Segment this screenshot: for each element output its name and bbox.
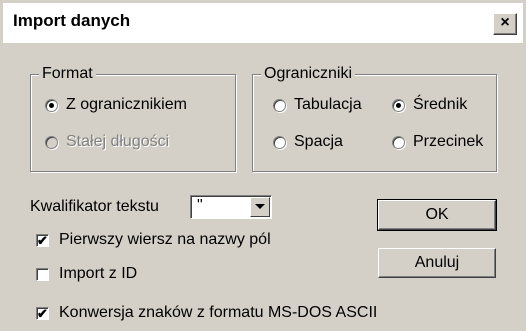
radio-label: Stałej długości xyxy=(66,133,170,150)
checkbox-label: Konwersja znaków z formatu MS-DOS ASCII xyxy=(59,304,378,321)
checkbox-label: Pierwszy wiersz na nazwy pól xyxy=(59,231,271,248)
title-bar[interactable]: Import danych × xyxy=(3,3,523,43)
radio-button-icon[interactable] xyxy=(273,135,286,149)
checkbox-icon[interactable] xyxy=(36,267,49,281)
dialog-title: Import danych xyxy=(13,11,131,30)
text-qualifier-label: Kwalifikator tekstu xyxy=(30,198,159,215)
radio-przecinek[interactable]: Przecinek xyxy=(392,131,483,153)
delimiters-group: Ograniczniki Tabulacja Średnik Spacja Pr… xyxy=(252,65,497,172)
radio-button-icon[interactable] xyxy=(45,98,58,112)
checkbox-first-row-names[interactable]: ✔ Pierwszy wiersz na nazwy pól xyxy=(36,229,271,251)
radio-button-icon[interactable] xyxy=(392,98,405,112)
checkbox-icon[interactable]: ✔ xyxy=(36,233,49,247)
radio-srednik[interactable]: Średnik xyxy=(392,94,467,116)
cancel-button[interactable]: Anuluj xyxy=(378,248,496,278)
ok-button-label: OK xyxy=(425,206,449,223)
text-qualifier-value: " xyxy=(197,197,203,214)
radio-tabulacja[interactable]: Tabulacja xyxy=(273,94,362,116)
chevron-down-icon[interactable] xyxy=(250,197,270,217)
radio-button-icon[interactable] xyxy=(273,98,286,112)
radio-button-icon[interactable] xyxy=(392,135,405,149)
radio-spacja[interactable]: Spacja xyxy=(273,131,343,153)
radio-label: Spacja xyxy=(294,133,343,150)
close-button[interactable]: × xyxy=(493,13,517,35)
checkbox-label: Import z ID xyxy=(59,265,138,282)
checkbox-icon[interactable]: ✔ xyxy=(36,306,49,320)
radio-label: Przecinek xyxy=(413,133,484,150)
import-dialog: Import danych × Format Z ogranicznikiem … xyxy=(0,0,526,331)
radio-button-icon xyxy=(45,135,58,149)
radio-z-ogranicznikiem[interactable]: Z ogranicznikiem xyxy=(45,94,187,116)
radio-stalej-dlugosci: Stałej długości xyxy=(45,131,169,153)
cancel-button-label: Anuluj xyxy=(414,254,460,271)
format-group-legend: Format xyxy=(39,65,96,83)
ok-button[interactable]: OK xyxy=(377,199,497,231)
radio-label: Średnik xyxy=(413,96,468,113)
checkbox-msdos-conversion[interactable]: ✔ Konwersja znaków z formatu MS-DOS ASCI… xyxy=(36,302,377,324)
close-icon: × xyxy=(500,14,510,31)
radio-label: Z ogranicznikiem xyxy=(66,96,187,113)
radio-label: Tabulacja xyxy=(294,96,362,113)
delimiters-group-legend: Ograniczniki xyxy=(261,65,356,83)
text-qualifier-select[interactable]: " xyxy=(190,195,272,219)
checkbox-import-id[interactable]: Import z ID xyxy=(36,263,137,285)
format-group: Format Z ogranicznikiem Stałej długości xyxy=(30,65,236,172)
